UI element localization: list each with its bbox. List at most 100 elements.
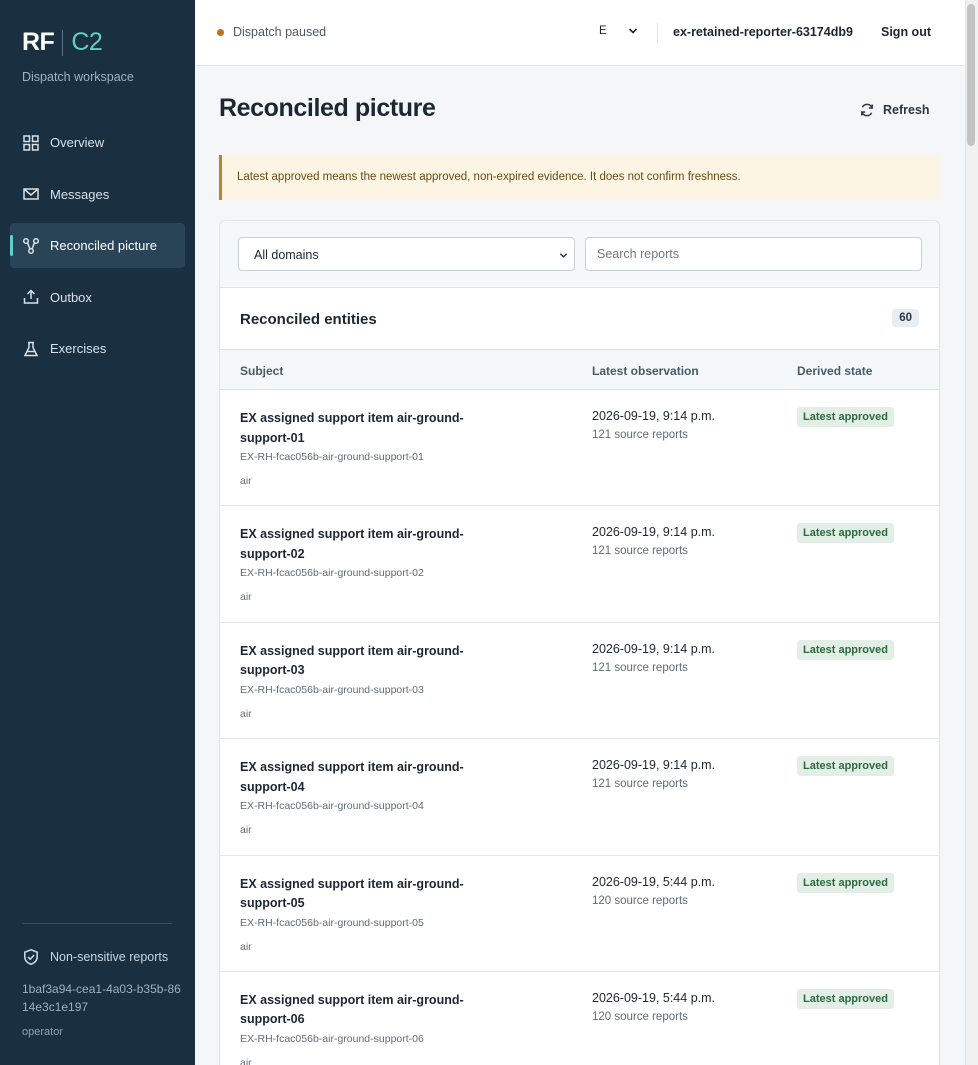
entities-header: Reconciled entities 60 <box>220 288 939 350</box>
page-title: Reconciled picture <box>219 94 436 122</box>
status-badge: Latest approved <box>797 639 894 660</box>
nav-label: Messages <box>50 186 110 202</box>
table-row[interactable]: EX assigned support item air-ground-supp… <box>220 856 939 972</box>
nav-item-outbox[interactable]: Outbox <box>10 275 185 320</box>
row-id: EX-RH-fcac056b-air-ground-support-06 <box>240 1032 424 1045</box>
brand-logo[interactable]: RF C2 <box>22 28 103 57</box>
row-id: EX-RH-fcac056b-air-ground-support-04 <box>240 800 424 813</box>
row-observed: 2026-09-19, 9:14 p.m. <box>592 409 715 423</box>
nav-label: Exercises <box>50 341 107 356</box>
column-derived-state: Derived state <box>797 364 873 378</box>
column-latest-observation: Latest observation <box>592 364 699 378</box>
row-subject: EX assigned support item air-ground-supp… <box>240 527 464 561</box>
row-domain: air <box>240 1056 252 1065</box>
domain-select-value: All domains <box>254 248 319 262</box>
non-sensitive-label: Non-sensitive reports <box>50 950 169 964</box>
row-sources: 121 source reports <box>592 661 688 674</box>
shield-check-icon <box>24 948 38 966</box>
chevron-down-icon <box>628 28 637 34</box>
row-subject: EX assigned support item air-ground-supp… <box>240 992 464 1027</box>
table-row[interactable]: EX assigned support item air-ground-supp… <box>220 390 939 507</box>
row-id: EX-RH-fcac056b-air-ground-support-03 <box>240 683 424 696</box>
table-row[interactable]: EX assigned support item air-ground-supp… <box>220 623 939 740</box>
nav-label: Outbox <box>50 289 92 305</box>
column-subject: Subject <box>240 364 284 378</box>
chevron-down-icon <box>559 253 568 258</box>
entities-panel: All domains Reconciled entities 60 Subje… <box>219 220 940 1065</box>
row-sources: 121 source reports <box>592 778 688 791</box>
info-notice: Latest approved means the newest approve… <box>219 155 940 200</box>
upload-icon <box>23 289 39 304</box>
status-dot-icon <box>217 28 224 36</box>
row-subject: EX assigned support item air-ground-supp… <box>240 643 464 678</box>
status-badge: Latest approved <box>797 523 894 544</box>
brand-divider <box>62 29 64 56</box>
status-badge: Latest approved <box>797 988 894 1009</box>
workspace-subtitle: Dispatch workspace <box>22 70 134 84</box>
grid-icon <box>23 134 39 151</box>
refresh-button[interactable]: Refresh <box>859 102 930 118</box>
nav-item-overview[interactable]: Overview <box>10 120 185 165</box>
topbar: Dispatch paused E ex-retained-reporter-6… <box>195 0 965 66</box>
status-text: Dispatch paused <box>233 25 327 39</box>
status-badge: Latest approved <box>797 872 894 893</box>
row-sources: 120 source reports <box>592 894 688 907</box>
current-user: ex-retained-reporter-63174db9 <box>673 25 853 39</box>
row-id: EX-RH-fcac056b-air-ground-support-02 <box>240 567 424 580</box>
scrollbar-thumb[interactable] <box>967 4 975 146</box>
entities-title: Reconciled entities <box>240 311 377 328</box>
topbar-divider <box>657 23 658 43</box>
row-subject: EX assigned support item air-ground-supp… <box>240 760 464 794</box>
non-sensitive-indicator: Non-sensitive reports <box>22 948 182 966</box>
row-id: EX-RH-fcac056b-air-ground-support-05 <box>240 916 424 929</box>
scrollbar-track[interactable] <box>965 0 978 1065</box>
row-domain: air <box>240 824 252 837</box>
sidebar: RF C2 Dispatch workspace Overview Messag… <box>0 0 195 1065</box>
sidebar-divider <box>22 923 172 924</box>
sidebar-footer: Non-sensitive reports 1baf3a94-cea1-4a03… <box>22 948 182 1038</box>
row-subject: EX assigned support item air-ground-supp… <box>240 876 464 911</box>
status-badge: Latest approved <box>797 407 894 427</box>
envelope-icon <box>23 188 39 200</box>
search-input[interactable] <box>585 237 922 271</box>
refresh-icon <box>861 103 873 117</box>
row-sources: 121 source reports <box>592 429 688 441</box>
table-row[interactable]: EX assigned support item air-ground-supp… <box>220 972 939 1065</box>
user-id: 1baf3a94-cea1-4a03-b35b-8614e3c1e197 <box>22 982 181 1014</box>
row-subject: EX assigned support item air-ground-supp… <box>240 411 464 445</box>
nav-label: Reconciled picture <box>50 238 157 253</box>
status-badge: Latest approved <box>797 756 894 777</box>
row-observed: 2026-09-19, 9:14 p.m. <box>592 758 715 773</box>
table-header: Subject Latest observation Derived state <box>220 350 939 390</box>
user-role: operator <box>22 1026 63 1038</box>
brand-c2: C2 <box>71 28 103 56</box>
entities-count-badge: 60 <box>892 309 919 327</box>
row-observed: 2026-09-19, 9:14 p.m. <box>592 641 715 656</box>
nav-item-exercises[interactable]: Exercises <box>10 326 185 371</box>
row-domain: air <box>240 591 252 604</box>
row-domain: air <box>240 707 252 720</box>
row-sources: 121 source reports <box>592 545 688 558</box>
language-select[interactable]: E <box>599 25 638 37</box>
row-observed: 2026-09-19, 5:44 p.m. <box>592 990 715 1005</box>
row-domain: air <box>240 940 252 953</box>
main-nav: Overview Messages Reconciled picture Out… <box>10 120 185 378</box>
brand-rf: RF <box>22 28 55 56</box>
dispatch-status: Dispatch paused <box>217 25 326 39</box>
table-row[interactable]: EX assigned support item air-ground-supp… <box>220 506 939 623</box>
sign-out-button[interactable]: Sign out <box>881 25 931 39</box>
row-id: EX-RH-fcac056b-air-ground-support-01 <box>240 451 424 463</box>
row-domain: air <box>240 475 252 487</box>
network-icon <box>22 237 40 254</box>
row-sources: 120 source reports <box>592 1010 688 1023</box>
language-value: E <box>599 25 610 37</box>
refresh-label: Refresh <box>883 103 930 117</box>
row-observed: 2026-09-19, 5:44 p.m. <box>592 874 715 889</box>
table-row[interactable]: EX assigned support item air-ground-supp… <box>220 739 939 856</box>
domain-select[interactable]: All domains <box>238 237 575 271</box>
nav-item-messages[interactable]: Messages <box>10 172 185 217</box>
nav-label: Overview <box>50 135 105 150</box>
nav-item-reconciled-picture[interactable]: Reconciled picture <box>10 223 185 268</box>
row-observed: 2026-09-19, 9:14 p.m. <box>592 525 715 540</box>
filter-bar: All domains <box>220 221 939 288</box>
